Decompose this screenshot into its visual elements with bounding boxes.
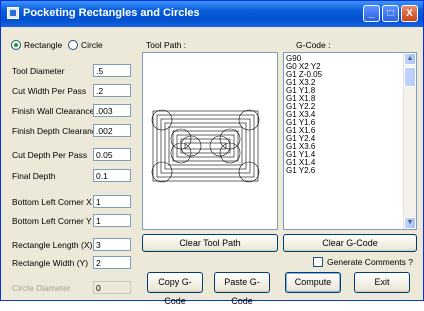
main-window: Pocketing Rectangles and Circles _ □ X R… <box>0 0 424 306</box>
gcode-scrollbar[interactable]: ▲ ▼ <box>403 53 416 229</box>
scroll-down-icon[interactable]: ▼ <box>404 217 416 229</box>
finish-wall-input[interactable]: .003 <box>93 104 131 117</box>
circle-diameter-label: Circle Diameter <box>12 283 71 293</box>
generate-comments-label: Generate Comments ? <box>327 257 413 267</box>
cut-width-label: Cut Width Per Pass <box>12 86 87 96</box>
compute-button[interactable]: Compute <box>285 272 341 293</box>
corner-y-label: Bottom Left Corner Y <box>12 216 92 226</box>
gcode-textarea[interactable]: G90 G0 X2 Y2 G1 Z-0.05 G1 X3.2 G1 Y1.8 G1 X1.… <box>283 52 417 230</box>
rectangle-radio[interactable] <box>11 40 21 50</box>
rect-length-input[interactable]: 3 <box>93 238 131 251</box>
clear-gcode-button[interactable]: Clear G-Code <box>283 234 417 252</box>
rectangle-radio-label: Rectangle <box>24 40 63 50</box>
copy-gcode-button[interactable]: Copy G-Code <box>147 272 203 306</box>
scroll-thumb[interactable] <box>404 67 416 87</box>
window-title: Pocketing Rectangles and Circles <box>23 7 200 19</box>
corner-x-input[interactable]: 1 <box>93 195 131 208</box>
paste-gcode-button[interactable]: Paste G-Code <box>214 272 270 306</box>
circle-diameter-input: 0 <box>93 281 131 294</box>
finish-depth-input[interactable]: .002 <box>93 124 131 137</box>
clear-toolpath-button[interactable]: Clear Tool Path <box>142 234 278 252</box>
cut-depth-label: Cut Depth Per Pass <box>12 150 88 160</box>
corner-x-label: Bottom Left Corner X <box>12 197 92 207</box>
title-bar[interactable]: Pocketing Rectangles and Circles _ □ X <box>1 1 423 27</box>
toolpath-drawing <box>151 109 260 183</box>
maximize-button[interactable]: □ <box>382 5 399 22</box>
app-icon[interactable] <box>7 7 19 19</box>
final-depth-input[interactable]: 0.1 <box>93 169 131 182</box>
minimize-button[interactable]: _ <box>363 5 380 22</box>
circle-radio-label: Circle <box>81 40 103 50</box>
client-area: Rectangle Circle Tool Diameter .5 Cut Wi… <box>4 27 420 306</box>
gcode-line: G1 Y2.6 <box>286 166 316 175</box>
circle-radio[interactable] <box>68 40 78 50</box>
corner-y-input[interactable]: 1 <box>93 214 131 227</box>
scroll-up-icon[interactable]: ▲ <box>404 53 416 65</box>
generate-comments-checkbox[interactable] <box>313 257 323 267</box>
cut-depth-input[interactable]: 0.05 <box>93 148 131 161</box>
final-depth-label: Final Depth <box>12 171 56 181</box>
finish-wall-label: Finish Wall Clearance <box>12 106 95 116</box>
toolpath-canvas <box>142 52 278 230</box>
toolpath-label: Tool Path : <box>146 40 187 50</box>
tool-diameter-label: Tool Diameter <box>12 66 65 76</box>
cut-width-input[interactable]: .2 <box>93 84 131 97</box>
close-button[interactable]: X <box>401 5 418 22</box>
rect-width-label: Rectangle Width (Y) <box>12 258 89 268</box>
tool-diameter-input[interactable]: .5 <box>93 64 131 77</box>
finish-depth-label: Finish Depth Clearance <box>12 126 101 136</box>
exit-button[interactable]: Exit <box>354 272 410 293</box>
rect-width-input[interactable]: 2 <box>93 256 131 269</box>
gcode-label: G-Code : <box>296 40 331 50</box>
rect-length-label: Rectangle Length (X) <box>12 240 93 250</box>
